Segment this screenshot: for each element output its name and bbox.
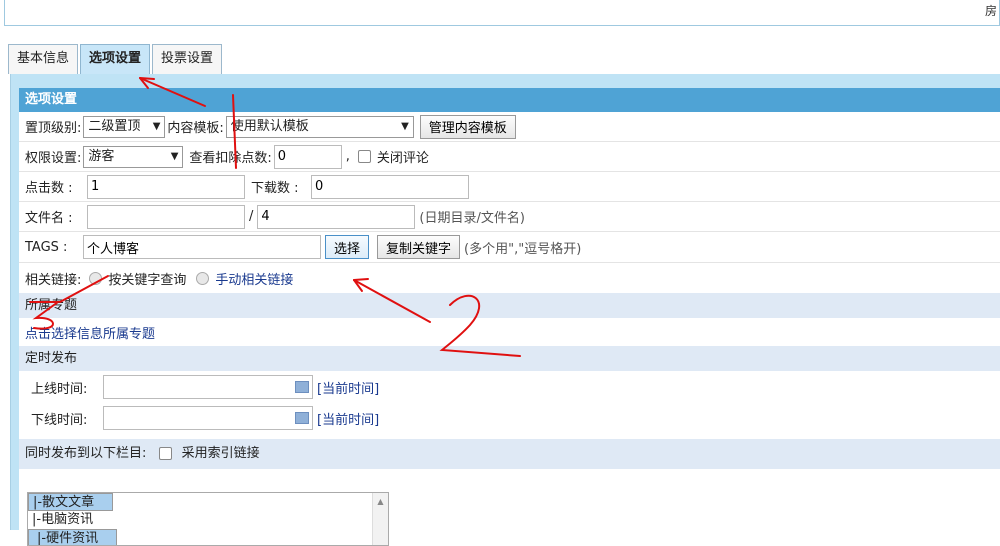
downloads-label: 下载数 : [251, 181, 299, 196]
calendar-icon[interactable] [295, 412, 309, 424]
offline-time-wrap [103, 406, 313, 430]
top-level-select[interactable]: 二级置顶 ▼ [83, 115, 166, 138]
list-item[interactable]: |-硬件资讯 [28, 529, 118, 545]
row-filename: 文件名 : / (日期目录/文件名) [19, 202, 1000, 232]
tab-vote[interactable]: 投票设置 [152, 44, 223, 74]
related-label: 相关链接: [25, 272, 82, 288]
options-panel: 选项设置 置顶级别: 二级置顶 ▼ 内容模板: 使用默认模板 ▼ 管理内容模板 … [10, 74, 1000, 546]
publish-columns-label: 同时发布到以下栏目: [25, 446, 147, 461]
manage-template-button[interactable]: 管理内容模板 [419, 114, 516, 139]
select-tags-button[interactable]: 选择 [325, 235, 370, 259]
row-offline-time: 下线时间: [当前时间] [19, 403, 1000, 433]
points-label: 查看扣除点数: [189, 151, 272, 166]
tags-label: TAGS : [25, 239, 68, 255]
row-publish-columns: 同时发布到以下栏目: 采用索引链接 [19, 439, 1000, 469]
filename-label: 文件名 : [25, 211, 73, 226]
row-special: 点击选择信息所属专题 [19, 318, 1000, 346]
filename-dir-input[interactable] [87, 204, 245, 229]
points-input[interactable] [273, 144, 342, 169]
online-time-input[interactable] [103, 375, 313, 399]
downloads-input[interactable] [311, 174, 469, 199]
section-header: 选项设置 [19, 88, 1000, 112]
clicks-input[interactable] [87, 174, 245, 199]
top-level-value: 二级置顶 [88, 118, 141, 134]
row-online-time: 上线时间: [当前时间] [19, 371, 1000, 403]
template-value: 使用默认模板 [230, 118, 309, 134]
row-related: 相关链接: 按关键字查询 手动相关链接 [19, 263, 1000, 293]
slash-text: / [249, 209, 254, 224]
online-time-label: 上线时间: [31, 381, 88, 397]
template-label: 内容模板: [167, 121, 224, 136]
top-frame: 房 [4, 0, 1000, 26]
permission-label: 权限设置: [25, 151, 82, 166]
select-special-link[interactable]: 点击选择信息所属专题 [25, 323, 155, 342]
related-manual-label: 手动相关链接 [215, 272, 294, 288]
tab-bar: 基本信息 选项设置 投票设置 [8, 44, 224, 74]
special-section-title: 所属专题 [19, 293, 1000, 318]
offline-current-time-link[interactable]: [当前时间] [317, 409, 379, 428]
online-current-time-link[interactable]: [当前时间] [317, 378, 379, 397]
tags-input[interactable] [83, 235, 321, 259]
template-select[interactable]: 使用默认模板 ▼ [225, 115, 414, 138]
list-item[interactable]: |-电脑资讯 [28, 511, 388, 529]
row-tags: TAGS : 选择 复制关键字 (多个用","逗号格开) [19, 232, 1000, 263]
related-keyword-label: 按关键字查询 [108, 272, 187, 288]
online-time-wrap [103, 375, 313, 399]
offline-time-label: 下线时间: [31, 412, 88, 428]
related-keyword-radio[interactable] [89, 271, 103, 285]
chevron-down-icon: ▼ [170, 150, 179, 162]
index-link-checkbox[interactable] [158, 447, 172, 460]
row-top-level: 置顶级别: 二级置顶 ▼ 内容模板: 使用默认模板 ▼ 管理内容模板 [19, 112, 1000, 142]
close-comment-label: 关闭评论 [376, 151, 429, 166]
top-corner-text: 房 [984, 4, 997, 18]
tags-hint: (多个用","逗号格开) [464, 241, 582, 257]
chevron-down-icon: ▼ [152, 120, 161, 132]
columns-listbox[interactable]: |-散文文章 |-电脑资讯 |-硬件资讯 ▲ [27, 492, 389, 546]
row-counts: 点击数 : 下载数 : [19, 172, 1000, 202]
chevron-down-icon: ▼ [401, 120, 409, 132]
listbox-scrollbar[interactable]: ▲ [372, 493, 388, 545]
filename-input[interactable] [257, 204, 416, 229]
copy-keywords-button[interactable]: 复制关键字 [377, 235, 461, 259]
clicks-label: 点击数 : [25, 181, 73, 196]
permission-select[interactable]: 游客 ▼ [83, 145, 184, 168]
comma-text: , [345, 149, 350, 164]
tab-basic-info[interactable]: 基本信息 [8, 44, 79, 74]
row-permission: 权限设置: 游客 ▼ 查看扣除点数: , 关闭评论 [19, 142, 1000, 172]
index-link-label: 采用索引链接 [181, 446, 260, 461]
permission-value: 游客 [88, 148, 115, 164]
calendar-icon[interactable] [295, 381, 309, 393]
top-level-label: 置顶级别: [25, 121, 82, 136]
options-form: 选项设置 置顶级别: 二级置顶 ▼ 内容模板: 使用默认模板 ▼ 管理内容模板 … [19, 88, 1000, 546]
tab-options[interactable]: 选项设置 [80, 44, 151, 74]
close-comment-checkbox[interactable] [357, 150, 371, 163]
list-item[interactable]: |-散文文章 [28, 493, 114, 511]
schedule-section-title: 定时发布 [19, 346, 1000, 371]
filename-hint: (日期目录/文件名) [419, 211, 525, 226]
offline-time-input[interactable] [103, 406, 313, 430]
related-manual-radio[interactable] [196, 271, 210, 285]
